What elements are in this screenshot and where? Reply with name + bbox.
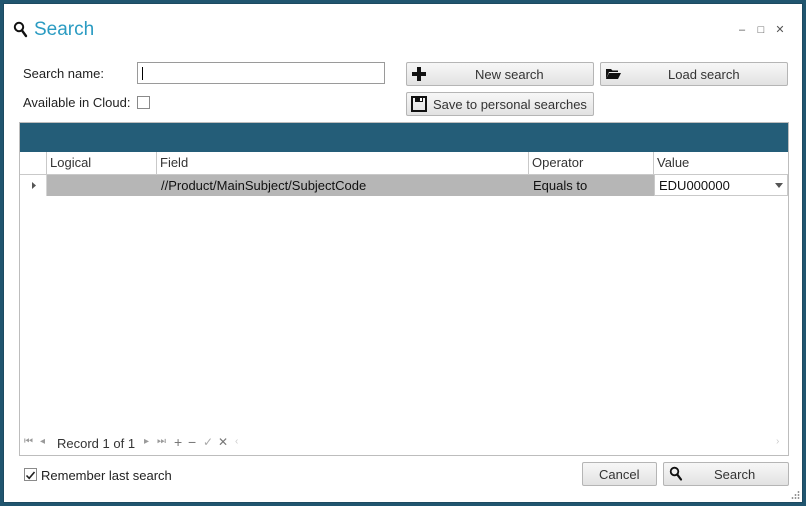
cancel-edit-icon[interactable]: ✕: [218, 435, 228, 449]
row-indicator[interactable]: [20, 175, 47, 196]
new-search-button[interactable]: New search: [406, 62, 594, 86]
criteria-grid: Logical Field Operator Value //Product/M…: [19, 122, 789, 456]
load-search-button[interactable]: Load search: [600, 62, 788, 86]
header-row-indicator: [20, 152, 47, 174]
folder-open-icon: [606, 69, 621, 79]
column-header-field[interactable]: Field: [157, 152, 529, 174]
column-header-value[interactable]: Value: [654, 152, 788, 174]
dialog-title: Search: [34, 19, 95, 40]
save-personal-label: Save to personal searches: [433, 97, 587, 112]
last-record-icon[interactable]: ⏭: [157, 436, 166, 447]
cell-logical[interactable]: [47, 175, 157, 196]
column-header-logical[interactable]: Logical: [47, 152, 157, 174]
first-record-icon[interactable]: ⏮: [24, 436, 33, 447]
grid-pager: ⏮ ◂ Record 1 of 1 ▸ ⏭ + − ✓ ✕ ‹ ›: [20, 433, 788, 455]
plus-icon: [412, 67, 426, 81]
cloud-checkbox[interactable]: [137, 96, 150, 109]
checkmark-icon: [25, 471, 36, 480]
add-record-icon[interactable]: +: [174, 434, 182, 450]
scroll-right-icon[interactable]: ›: [776, 436, 779, 447]
maximize-button[interactable]: □: [754, 23, 768, 37]
remember-last-search-label: Remember last search: [41, 468, 172, 483]
load-search-label: Load search: [668, 67, 740, 82]
column-header-operator[interactable]: Operator: [529, 152, 654, 174]
grid-group-panel: [20, 123, 788, 152]
record-counter: Record 1 of 1: [57, 436, 136, 451]
magnifier-icon: [13, 21, 28, 38]
search-button[interactable]: Search: [663, 462, 789, 486]
table-row[interactable]: //Product/MainSubject/SubjectCode Equals…: [20, 174, 788, 197]
scroll-left-icon[interactable]: ‹: [235, 436, 238, 447]
cell-field[interactable]: //Product/MainSubject/SubjectCode: [157, 175, 529, 196]
save-personal-search-button[interactable]: Save to personal searches: [406, 92, 594, 116]
new-search-label: New search: [475, 67, 544, 82]
cloud-label: Available in Cloud:: [23, 95, 131, 110]
text-caret: [142, 67, 143, 80]
cell-value-dropdown[interactable]: EDU000000: [654, 174, 788, 196]
chevron-down-icon[interactable]: [775, 183, 783, 188]
resize-grip-icon[interactable]: [790, 490, 800, 500]
cancel-label: Cancel: [599, 467, 640, 482]
next-record-icon[interactable]: ▸: [144, 436, 149, 447]
search-name-label: Search name:: [23, 66, 104, 81]
remember-last-search-checkbox[interactable]: [24, 468, 37, 481]
previous-record-icon[interactable]: ◂: [40, 436, 45, 447]
grid-header: Logical Field Operator Value: [20, 152, 788, 175]
floppy-disk-icon: [411, 96, 427, 112]
cell-operator[interactable]: Equals to: [529, 175, 654, 196]
row-pointer-icon: [32, 182, 36, 189]
search-dialog: Search – □ ✕ Search name: Available in C…: [3, 3, 803, 503]
search-label: Search: [714, 467, 756, 482]
confirm-edit-icon[interactable]: ✓: [203, 435, 213, 449]
remove-record-icon[interactable]: −: [188, 434, 196, 450]
cancel-button[interactable]: Cancel: [582, 462, 657, 486]
cell-value: EDU000000: [659, 178, 730, 193]
minimize-button[interactable]: –: [735, 23, 749, 37]
search-icon: [669, 466, 683, 481]
search-name-input[interactable]: [137, 62, 385, 84]
title-bar: Search – □ ✕: [4, 4, 802, 56]
close-button[interactable]: ✕: [773, 23, 787, 37]
